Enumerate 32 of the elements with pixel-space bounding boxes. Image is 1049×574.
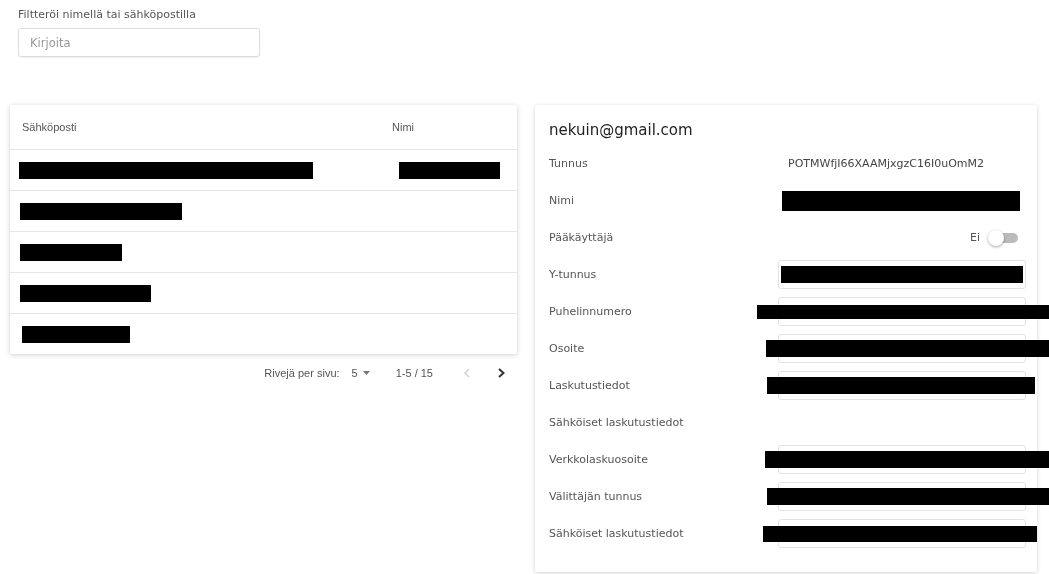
field-label: Välittäjän tunnus	[549, 490, 643, 503]
field-label: Tunnus	[549, 157, 588, 170]
column-header: Nimi	[391, 121, 415, 133]
caret-icon	[362, 371, 370, 375]
input-field[interactable]	[778, 260, 1026, 289]
input-field[interactable]	[763, 519, 1037, 548]
field-label: Puhelinnumero	[549, 305, 632, 318]
switch-label: Ei	[970, 231, 980, 244]
field-label: Verkkolaskuosoite	[549, 453, 648, 466]
field-value: POTMWfjI66XAAMjxgzC16I0uOmM2	[787, 157, 984, 170]
input-field[interactable]	[767, 482, 1049, 511]
field-label: Pääkäyttäjä	[549, 231, 614, 244]
detail-title: nekuin@gmail.com	[549, 121, 693, 139]
field-label: Nimi	[549, 194, 575, 207]
input-field[interactable]	[766, 334, 1049, 363]
field-label: Laskutustiedot	[549, 379, 630, 392]
filter-field[interactable]: Kirjoita	[18, 28, 260, 57]
field-label: Y-tunnus	[549, 268, 597, 281]
rows-per-page-select[interactable]: 5	[351, 367, 370, 379]
page-range: 1-5 / 15	[395, 367, 433, 379]
rows-per-page-label: Rivejä per sivu:	[264, 367, 340, 379]
input-field[interactable]	[767, 371, 1035, 400]
toggle-switch[interactable]	[988, 230, 1020, 245]
field-label: Sähköiset laskutustiedot	[549, 527, 684, 540]
column-header: Sähköposti	[21, 121, 78, 133]
chevron-left-icon	[464, 368, 470, 378]
input-field[interactable]	[757, 297, 1049, 326]
field-label: Osoite	[549, 342, 585, 355]
field-label: Sähköiset laskutustiedot	[549, 416, 684, 429]
filter-label: Filtteröi nimellä tai sähköpostilla	[18, 8, 196, 21]
input-field[interactable]	[765, 445, 1049, 474]
chevron-right-icon	[498, 368, 505, 378]
